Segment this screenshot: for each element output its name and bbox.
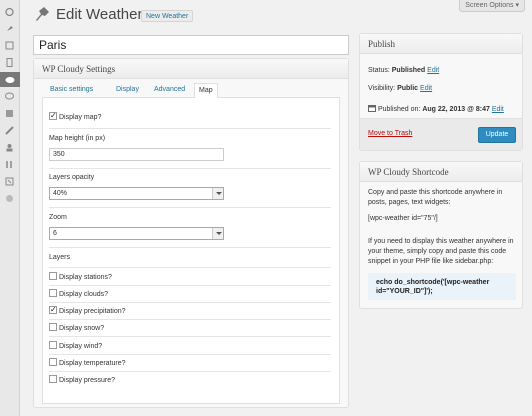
collapse-icon[interactable] [0, 191, 20, 206]
shortcode-metabox: WP Cloudy Shortcode Copy and paste this … [359, 161, 523, 309]
chevron-down-icon [212, 228, 223, 239]
divider [49, 336, 331, 337]
divider [49, 128, 331, 129]
layer-snow-label: Display snow? [59, 325, 105, 332]
map-height-input[interactable]: 350 [49, 148, 224, 161]
post-title-input[interactable]: Paris [33, 35, 349, 55]
layer-pressure-checkbox[interactable] [49, 375, 57, 383]
layer-pressure-label: Display pressure? [59, 377, 116, 384]
map-tab-panel: Display map? Map height (in px) 350 Laye… [42, 98, 340, 404]
published-label: Published on: [377, 106, 421, 113]
layer-pressure-row: Display pressure? [49, 375, 115, 385]
weather-icon[interactable] [0, 72, 20, 87]
tab-basic-settings[interactable]: Basic settings [46, 83, 97, 98]
display-map-checkbox[interactable] [49, 111, 57, 121]
theme-note: If you need to display this weather anyw… [368, 238, 514, 265]
divider [49, 267, 331, 268]
layers-opacity-label: Layers opacity [49, 174, 95, 181]
layer-temperature-row: Display temperature? [49, 358, 126, 368]
layer-stations-checkbox[interactable] [49, 272, 57, 280]
php-code-snippet: echo do_shortcode('[wpc-weather id="YOUR… [368, 273, 516, 300]
layer-wind-checkbox[interactable] [49, 341, 57, 349]
layer-stations-row: Display stations? [49, 272, 112, 282]
shortcode-metabox-title: WP Cloudy Shortcode [360, 162, 522, 182]
calendar-icon [368, 105, 376, 112]
publish-metabox: Publish Status: Published Edit Visibilit… [359, 33, 523, 151]
divider [49, 168, 331, 169]
display-map-row: Display map? [49, 111, 102, 122]
settings-tabs: Basic settings Display Advanced Map [42, 83, 340, 99]
pin-icon[interactable] [0, 21, 20, 36]
publish-metabox-title: Publish [360, 34, 522, 54]
edit-date-link[interactable]: Edit [492, 106, 504, 113]
published-value: Aug 22, 2013 @ 8:47 [422, 106, 490, 113]
layers-opacity-value: 40% [53, 190, 68, 197]
settings-icon[interactable] [0, 174, 20, 189]
pages-icon[interactable] [0, 55, 20, 70]
visibility-label: Visibility: [368, 85, 396, 92]
add-new-button[interactable]: New Weather [141, 10, 194, 22]
display-map-label: Display map? [59, 114, 102, 121]
layer-clouds-checkbox[interactable] [49, 289, 57, 297]
divider [49, 319, 331, 320]
shortcode-intro: Copy and paste this shortcode anywhere i… [368, 189, 503, 206]
users-icon[interactable] [0, 140, 20, 155]
chevron-down-icon [212, 188, 223, 199]
status-value: Published [391, 67, 426, 74]
divider [49, 371, 331, 372]
layer-snow-row: Display snow? [49, 323, 104, 333]
media-icon[interactable] [0, 38, 20, 53]
layer-clouds-row: Display clouds? [49, 289, 108, 299]
dashboard-icon[interactable] [0, 4, 20, 19]
layer-wind-label: Display wind? [59, 343, 103, 350]
publish-actions: Move to Trash Update [360, 118, 522, 150]
zoom-value: 6 [53, 230, 57, 237]
status-label: Status: [368, 67, 390, 74]
thumbtack-icon [36, 7, 49, 21]
zoom-label: Zoom [49, 214, 67, 221]
layer-precipitation-label: Display precipitation? [59, 308, 126, 315]
plugins-icon[interactable] [0, 123, 20, 138]
layer-temperature-checkbox[interactable] [49, 358, 57, 366]
settings-metabox: WP Cloudy Settings Basic settings Displa… [33, 58, 349, 408]
layer-precipitation-checkbox[interactable] [49, 305, 57, 315]
divider [49, 247, 331, 248]
page-title: Edit Weather [56, 6, 143, 23]
appearance-icon[interactable] [0, 106, 20, 121]
divider [49, 302, 331, 303]
visibility-row: Visibility: Public Edit [368, 85, 432, 92]
divider [49, 354, 331, 355]
move-to-trash-link[interactable]: Move to Trash [368, 130, 412, 137]
published-row: Published on: Aug 22, 2013 @ 8:47 Edit [368, 104, 504, 113]
layer-clouds-label: Display clouds? [59, 291, 109, 298]
layers-heading: Layers [49, 254, 71, 261]
layer-wind-row: Display wind? [49, 341, 102, 351]
zoom-select[interactable]: 6 [49, 227, 224, 240]
edit-visibility-link[interactable]: Edit [420, 85, 432, 92]
tab-display[interactable]: Display [112, 83, 143, 98]
layer-temperature-label: Display temperature? [59, 360, 126, 367]
update-button[interactable]: Update [478, 127, 516, 143]
divider [49, 285, 331, 286]
status-row: Status: Published Edit [368, 67, 439, 74]
settings-metabox-title: WP Cloudy Settings [34, 59, 348, 79]
layer-precipitation-row: Display precipitation? [49, 305, 126, 316]
visibility-value: Public [397, 85, 419, 92]
edit-status-link[interactable]: Edit [427, 67, 439, 74]
layer-stations-label: Display stations? [59, 274, 112, 281]
admin-sidebar [0, 0, 20, 416]
screen-options-label: Screen Options [465, 2, 514, 9]
screen-options-tab[interactable]: Screen Options ▾ [459, 0, 525, 12]
tab-advanced[interactable]: Advanced [150, 83, 189, 98]
tab-map[interactable]: Map [194, 83, 218, 99]
layer-snow-checkbox[interactable] [49, 323, 57, 331]
divider [49, 207, 331, 208]
shortcode-value: [wpc-weather id="75"/] [368, 215, 438, 222]
comments-icon[interactable] [0, 89, 20, 104]
map-height-label: Map height (in px) [49, 135, 106, 142]
tools-icon[interactable] [0, 157, 20, 172]
layers-opacity-select[interactable]: 40% [49, 187, 224, 200]
